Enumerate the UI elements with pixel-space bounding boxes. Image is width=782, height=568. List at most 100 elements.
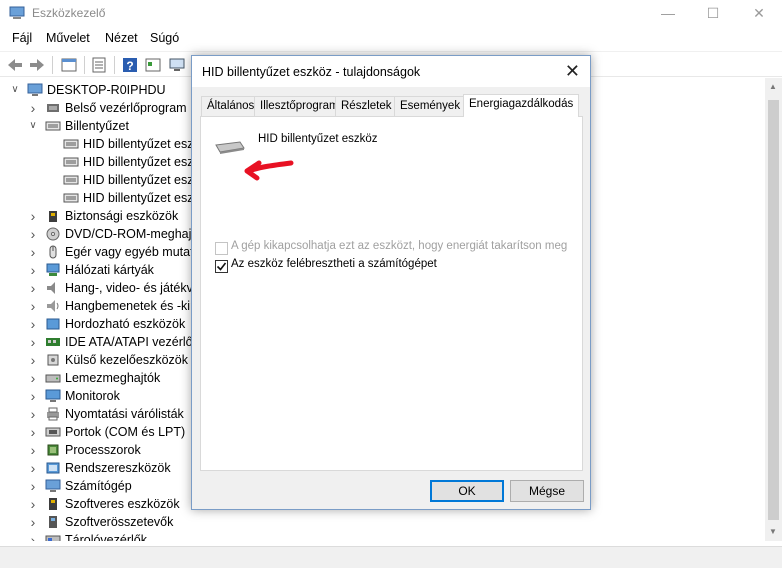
monitor-icon <box>45 389 61 402</box>
menu-view[interactable]: Nézet <box>105 31 138 45</box>
tree-item-label: Hálózati kártyák <box>65 263 154 277</box>
chevron-right-icon[interactable]: › <box>27 243 39 261</box>
printer-icon <box>47 407 59 421</box>
tree-item-label: Billentyűzet <box>65 119 129 133</box>
chevron-right-icon[interactable]: › <box>27 297 39 315</box>
keyboard-icon <box>63 139 79 149</box>
close-button[interactable]: ✕ <box>736 0 782 26</box>
menu-file[interactable]: Fájl <box>12 31 32 45</box>
allow-wake-checkbox[interactable] <box>215 260 228 273</box>
ide-icon <box>46 338 60 346</box>
chevron-right-icon[interactable]: › <box>27 405 39 423</box>
processor-icon <box>47 444 59 456</box>
chevron-right-icon[interactable]: › <box>27 207 39 225</box>
chevron-right-icon[interactable]: › <box>27 495 39 513</box>
monitor-scan-icon[interactable] <box>168 56 186 74</box>
chevron-right-icon[interactable]: › <box>27 315 39 333</box>
system-device-icon <box>46 462 60 474</box>
menu-help[interactable]: Súgó <box>150 31 179 45</box>
chevron-right-icon[interactable]: › <box>27 513 39 531</box>
chevron-right-icon[interactable]: › <box>27 351 39 369</box>
tree-item-label: Szoftverösszetevők <box>65 515 174 529</box>
forward-arrow-icon[interactable] <box>28 56 46 74</box>
allow-power-off-checkbox[interactable] <box>215 242 228 255</box>
disk-icon <box>45 374 61 383</box>
tree-scrollbar[interactable]: ▲ ▼ <box>765 78 782 541</box>
ok-button[interactable]: OK <box>430 480 504 502</box>
keyboard-icon <box>63 157 79 167</box>
chevron-right-icon[interactable]: › <box>27 225 39 243</box>
tree-item-label: Monitorok <box>65 389 120 403</box>
dvd-icon <box>46 227 60 241</box>
tree-item-label: Nyomtatási várólisták <box>65 407 184 421</box>
portable-device-icon <box>46 318 60 330</box>
chevron-down-icon[interactable]: ∨ <box>27 117 39 135</box>
svg-text:?: ? <box>126 59 133 73</box>
keyboard-icon <box>215 141 245 154</box>
tab-driver[interactable]: Illesztőprogram <box>254 96 345 116</box>
menu-action[interactable]: Művelet <box>46 31 90 45</box>
tree-item-label: Tárolóvezérlők <box>65 533 147 541</box>
power-management-panel: HID billentyűzet eszköz A gép kikapcsolh… <box>200 116 583 471</box>
chevron-right-icon[interactable]: › <box>27 423 39 441</box>
keyboard-icon <box>63 193 79 203</box>
scroll-thumb[interactable] <box>768 100 779 520</box>
tab-details[interactable]: Részletek <box>335 96 398 116</box>
speaker-icon <box>47 300 59 312</box>
scroll-up-icon[interactable]: ▲ <box>769 82 777 91</box>
chevron-right-icon[interactable]: › <box>27 279 39 297</box>
chevron-right-icon[interactable]: › <box>27 387 39 405</box>
properties-dialog: HID billentyűzet eszköz - tulajdonságok … <box>191 55 591 510</box>
tree-item-label: Processzorok <box>65 443 141 457</box>
software-component-icon <box>49 516 57 528</box>
tree-item-label: IDE ATA/ATAPI vezérlők <box>65 335 199 349</box>
device-properties-icon[interactable] <box>144 56 162 74</box>
tree-root-label: DESKTOP-R0IPHDU <box>47 83 166 97</box>
firmware-icon <box>47 104 59 112</box>
tree-item-label: Biztonsági eszközök <box>65 209 179 223</box>
software-device-icon <box>49 498 57 510</box>
tree-item-label: Hordozható eszközök <box>65 317 186 331</box>
allow-power-off-label: A gép kikapcsolhatja ezt az eszközt, hog… <box>231 240 568 252</box>
audio-icon <box>47 282 55 294</box>
list-view-icon[interactable] <box>90 56 108 74</box>
properties-window-icon[interactable] <box>60 56 78 74</box>
chevron-right-icon[interactable]: › <box>27 531 39 541</box>
chevron-right-icon[interactable]: › <box>27 369 39 387</box>
tab-general[interactable]: Általános <box>201 96 261 116</box>
cancel-button[interactable]: Mégse <box>510 480 584 502</box>
tree-item-label: Belső vezérlőprogram <box>65 101 187 115</box>
keyboard-icon <box>63 175 79 185</box>
chevron-right-icon[interactable]: › <box>27 441 39 459</box>
keyboard-icon <box>45 121 61 131</box>
tree-item-label: DVD/CD-ROM-meghajtók <box>65 227 209 241</box>
minimize-button[interactable]: — <box>645 0 691 26</box>
chevron-right-icon[interactable]: › <box>27 99 39 117</box>
chevron-right-icon[interactable]: › <box>27 459 39 477</box>
allow-wake-label: Az eszköz felébresztheti a számítógépet <box>231 258 437 270</box>
computer-icon <box>27 83 43 96</box>
dialog-close-icon[interactable]: ✕ <box>565 61 580 82</box>
tree-item-label: Szoftveres eszközök <box>65 497 180 511</box>
security-device-icon <box>49 211 57 222</box>
hid-icon <box>47 354 59 366</box>
chevron-right-icon[interactable]: › <box>27 261 39 279</box>
device-manager-icon <box>9 6 25 19</box>
chevron-down-icon[interactable]: ∨ <box>9 81 21 99</box>
back-arrow-icon[interactable] <box>6 56 24 74</box>
help-icon[interactable]: ? <box>121 56 139 74</box>
network-icon <box>46 263 60 276</box>
tree-item-label: Portok (COM és LPT) <box>65 425 186 439</box>
red-arrow-annotation <box>244 160 294 181</box>
tab-events[interactable]: Események <box>394 96 467 116</box>
chevron-right-icon[interactable]: › <box>27 333 39 351</box>
computer-icon <box>45 479 61 492</box>
tree-item-label: Számítógép <box>65 479 132 493</box>
scroll-down-icon[interactable]: ▼ <box>769 527 777 536</box>
tree-item-label: Külső kezelőeszközök <box>65 353 188 367</box>
checkmark-icon <box>216 262 227 271</box>
dialog-titlebar: HID billentyűzet eszköz - tulajdonságok … <box>192 56 590 87</box>
maximize-button[interactable]: ☐ <box>690 0 736 26</box>
chevron-right-icon[interactable]: › <box>27 477 39 495</box>
tab-power-management[interactable]: Energiagazdálkodás <box>463 94 580 117</box>
